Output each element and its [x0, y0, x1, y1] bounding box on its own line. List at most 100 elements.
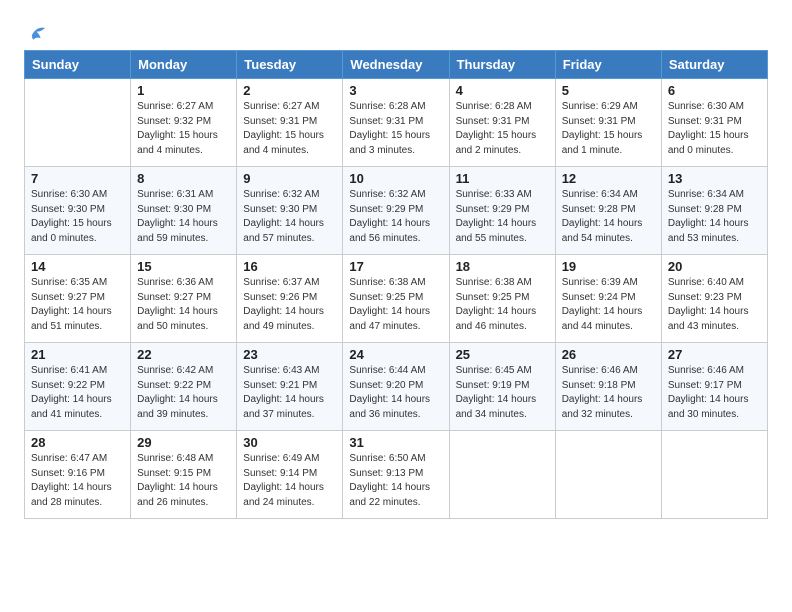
day-number: 18	[456, 259, 549, 274]
day-cell: 18 Sunrise: 6:38 AMSunset: 9:25 PMDayligh…	[449, 255, 555, 343]
logo	[24, 22, 48, 44]
day-cell: 9Sunrise: 6:32 AMSunset: 9:30 PMDaylight…	[237, 167, 343, 255]
day-cell: 31 Sunrise: 6:50 AMSunset: 9:13 PMDayligh…	[343, 431, 449, 519]
day-cell: 7 Sunrise: 6:30 AMSunset: 9:30 PMDaylight…	[25, 167, 131, 255]
day-cell: 16Sunrise: 6:37 AMSunset: 9:26 PMDayligh…	[237, 255, 343, 343]
day-info: Sunrise: 6:43 AMSunset: 9:21 PMDaylight:…	[243, 364, 336, 422]
header-cell-saturday: Saturday	[661, 51, 767, 79]
day-cell: 17 Sunrise: 6:38 AMSunset: 9:25 PMDayligh…	[343, 255, 449, 343]
day-number: 13	[668, 171, 761, 186]
day-number: 9	[243, 171, 336, 186]
day-info: Sunrise: 6:38 AMSunset: 9:25 PMDaylight:…	[456, 276, 549, 334]
day-info: Sunrise: 6:40 AMSunset: 9:23 PMDaylight:…	[668, 276, 761, 334]
day-cell: 27 Sunrise: 6:46 AMSunset: 9:17 PMDayligh…	[661, 343, 767, 431]
day-number: 7	[31, 171, 124, 186]
day-info: Sunrise: 6:35 AMSunset: 9:27 PMDaylight:…	[31, 276, 124, 334]
day-info: Sunrise: 6:39 AMSunset: 9:24 PMDaylight:…	[562, 276, 655, 334]
day-info: Sunrise: 6:29 AMSunset: 9:31 PMDaylight:…	[562, 100, 655, 158]
day-number: 24	[349, 347, 442, 362]
header-row: SundayMondayTuesdayWednesdayThursdayFrid…	[25, 51, 768, 79]
day-cell: 8 Sunrise: 6:31 AMSunset: 9:30 PMDaylight…	[131, 167, 237, 255]
day-cell: 4 Sunrise: 6:28 AMSunset: 9:31 PMDaylight…	[449, 79, 555, 167]
day-cell: 22Sunrise: 6:42 AMSunset: 9:22 PMDayligh…	[131, 343, 237, 431]
day-number: 27	[668, 347, 761, 362]
day-number: 21	[31, 347, 124, 362]
day-number: 25	[456, 347, 549, 362]
day-info: Sunrise: 6:49 AMSunset: 9:14 PMDaylight:…	[243, 452, 336, 510]
week-row-1: 1 Sunrise: 6:27 AMSunset: 9:32 PMDaylight…	[25, 79, 768, 167]
day-cell: 24 Sunrise: 6:44 AMSunset: 9:20 PMDayligh…	[343, 343, 449, 431]
day-cell: 20Sunrise: 6:40 AMSunset: 9:23 PMDayligh…	[661, 255, 767, 343]
day-cell: 10 Sunrise: 6:32 AMSunset: 9:29 PMDayligh…	[343, 167, 449, 255]
day-info: Sunrise: 6:46 AMSunset: 9:18 PMDaylight:…	[562, 364, 655, 422]
header-cell-thursday: Thursday	[449, 51, 555, 79]
logo-bird-icon	[26, 22, 48, 44]
day-cell: 26 Sunrise: 6:46 AMSunset: 9:18 PMDayligh…	[555, 343, 661, 431]
day-cell: 15Sunrise: 6:36 AMSunset: 9:27 PMDayligh…	[131, 255, 237, 343]
day-number: 23	[243, 347, 336, 362]
day-number: 2	[243, 83, 336, 98]
day-number: 10	[349, 171, 442, 186]
day-number: 8	[137, 171, 230, 186]
day-cell	[25, 79, 131, 167]
calendar-table: SundayMondayTuesdayWednesdayThursdayFrid…	[24, 50, 768, 519]
day-info: Sunrise: 6:48 AMSunset: 9:15 PMDaylight:…	[137, 452, 230, 510]
day-cell: 25 Sunrise: 6:45 AMSunset: 9:19 PMDayligh…	[449, 343, 555, 431]
day-number: 31	[349, 435, 442, 450]
day-info: Sunrise: 6:30 AMSunset: 9:31 PMDaylight:…	[668, 100, 761, 158]
day-number: 26	[562, 347, 655, 362]
day-cell: 1 Sunrise: 6:27 AMSunset: 9:32 PMDaylight…	[131, 79, 237, 167]
header-cell-friday: Friday	[555, 51, 661, 79]
day-number: 17	[349, 259, 442, 274]
day-cell: 13 Sunrise: 6:34 AMSunset: 9:28 PMDayligh…	[661, 167, 767, 255]
day-cell	[449, 431, 555, 519]
day-number: 11	[456, 171, 549, 186]
day-info: Sunrise: 6:50 AMSunset: 9:13 PMDaylight:…	[349, 452, 442, 510]
day-number: 1	[137, 83, 230, 98]
day-info: Sunrise: 6:44 AMSunset: 9:20 PMDaylight:…	[349, 364, 442, 422]
day-info: Sunrise: 6:33 AMSunset: 9:29 PMDaylight:…	[456, 188, 549, 246]
day-cell: 11 Sunrise: 6:33 AMSunset: 9:29 PMDayligh…	[449, 167, 555, 255]
day-info: Sunrise: 6:38 AMSunset: 9:25 PMDaylight:…	[349, 276, 442, 334]
day-info: Sunrise: 6:46 AMSunset: 9:17 PMDaylight:…	[668, 364, 761, 422]
day-info: Sunrise: 6:28 AMSunset: 9:31 PMDaylight:…	[349, 100, 442, 158]
day-info: Sunrise: 6:34 AMSunset: 9:28 PMDaylight:…	[562, 188, 655, 246]
day-cell: 14Sunrise: 6:35 AMSunset: 9:27 PMDayligh…	[25, 255, 131, 343]
day-number: 6	[668, 83, 761, 98]
day-number: 19	[562, 259, 655, 274]
day-info: Sunrise: 6:41 AMSunset: 9:22 PMDaylight:…	[31, 364, 124, 422]
day-cell: 19 Sunrise: 6:39 AMSunset: 9:24 PMDayligh…	[555, 255, 661, 343]
day-cell: 23 Sunrise: 6:43 AMSunset: 9:21 PMDayligh…	[237, 343, 343, 431]
day-number: 15	[137, 259, 230, 274]
day-cell: 5 Sunrise: 6:29 AMSunset: 9:31 PMDaylight…	[555, 79, 661, 167]
day-info: Sunrise: 6:27 AMSunset: 9:31 PMDaylight:…	[243, 100, 336, 158]
day-cell: 28Sunrise: 6:47 AMSunset: 9:16 PMDayligh…	[25, 431, 131, 519]
day-info: Sunrise: 6:32 AMSunset: 9:29 PMDaylight:…	[349, 188, 442, 246]
header-cell-wednesday: Wednesday	[343, 51, 449, 79]
day-number: 4	[456, 83, 549, 98]
day-info: Sunrise: 6:31 AMSunset: 9:30 PMDaylight:…	[137, 188, 230, 246]
header	[24, 18, 768, 44]
day-cell: 12Sunrise: 6:34 AMSunset: 9:28 PMDayligh…	[555, 167, 661, 255]
week-row-2: 7 Sunrise: 6:30 AMSunset: 9:30 PMDaylight…	[25, 167, 768, 255]
day-cell: 6 Sunrise: 6:30 AMSunset: 9:31 PMDaylight…	[661, 79, 767, 167]
day-info: Sunrise: 6:45 AMSunset: 9:19 PMDaylight:…	[456, 364, 549, 422]
day-cell: 30Sunrise: 6:49 AMSunset: 9:14 PMDayligh…	[237, 431, 343, 519]
day-info: Sunrise: 6:34 AMSunset: 9:28 PMDaylight:…	[668, 188, 761, 246]
day-number: 28	[31, 435, 124, 450]
day-cell: 21 Sunrise: 6:41 AMSunset: 9:22 PMDayligh…	[25, 343, 131, 431]
day-cell: 3Sunrise: 6:28 AMSunset: 9:31 PMDaylight…	[343, 79, 449, 167]
week-row-3: 14Sunrise: 6:35 AMSunset: 9:27 PMDayligh…	[25, 255, 768, 343]
day-cell: 29Sunrise: 6:48 AMSunset: 9:15 PMDayligh…	[131, 431, 237, 519]
day-info: Sunrise: 6:37 AMSunset: 9:26 PMDaylight:…	[243, 276, 336, 334]
page: SundayMondayTuesdayWednesdayThursdayFrid…	[0, 0, 792, 533]
day-number: 22	[137, 347, 230, 362]
day-info: Sunrise: 6:28 AMSunset: 9:31 PMDaylight:…	[456, 100, 549, 158]
day-number: 5	[562, 83, 655, 98]
day-info: Sunrise: 6:30 AMSunset: 9:30 PMDaylight:…	[31, 188, 124, 246]
day-cell	[555, 431, 661, 519]
day-cell: 2 Sunrise: 6:27 AMSunset: 9:31 PMDaylight…	[237, 79, 343, 167]
day-cell	[661, 431, 767, 519]
day-info: Sunrise: 6:27 AMSunset: 9:32 PMDaylight:…	[137, 100, 230, 158]
header-cell-tuesday: Tuesday	[237, 51, 343, 79]
